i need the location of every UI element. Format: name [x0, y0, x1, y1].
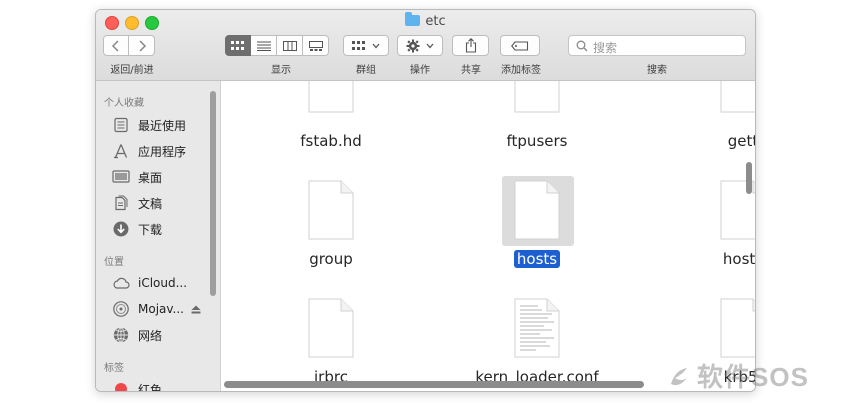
finder-window: etc 返回/前进 显示 群组 操作 共享 添加标签 搜索 搜索 个人收藏 最近… — [95, 9, 756, 392]
gallery-view-button[interactable] — [303, 35, 329, 56]
sidebar: 个人收藏 最近使用 应用程序 桌面 文稿 下载 位置 iCloud... Moj… — [96, 81, 221, 391]
search-label: 搜索 — [647, 65, 667, 76]
back-button[interactable] — [103, 35, 129, 56]
icloud-icon — [112, 274, 130, 292]
text-document-icon — [514, 298, 560, 358]
sidebar-item-tag-red[interactable]: 红色 — [112, 380, 163, 392]
group-button[interactable] — [343, 35, 389, 56]
action-button[interactable] — [397, 35, 443, 56]
chevron-down-icon — [372, 43, 380, 48]
share-label: 共享 — [461, 65, 481, 76]
disk-icon — [112, 300, 130, 318]
chevron-left-icon — [111, 39, 119, 52]
grid-icon — [231, 40, 244, 50]
group-label: 群组 — [356, 65, 376, 76]
document-icon — [514, 180, 560, 240]
network-icon — [112, 326, 130, 344]
view-label: 显示 — [271, 65, 291, 76]
nav-label: 返回/前进 — [110, 65, 154, 76]
sidebar-item-label: 红色 — [138, 382, 163, 392]
toolbar: etc 返回/前进 显示 群组 操作 共享 添加标签 搜索 搜索 — [96, 10, 755, 81]
recents-icon — [112, 116, 130, 134]
columns-icon — [282, 40, 297, 51]
sidebar-item-desktop[interactable]: 桌面 — [112, 168, 162, 186]
sidebar-item-recents[interactable]: 最近使用 — [112, 116, 186, 134]
window-title: etc — [96, 12, 755, 29]
selected-file-name: hosts — [513, 250, 561, 268]
icon-view-button[interactable] — [225, 35, 251, 56]
sidebar-item-downloads[interactable]: 下载 — [112, 220, 162, 238]
watermark-logo-icon — [671, 368, 687, 386]
sidebar-item-label: iCloud... — [138, 276, 188, 290]
sidebar-item-network[interactable]: 网络 — [112, 326, 162, 344]
search-placeholder: 搜索 — [593, 41, 618, 55]
chevron-down-icon — [426, 43, 434, 48]
document-icon — [720, 81, 755, 113]
document-icon — [308, 81, 354, 113]
applications-icon — [112, 142, 130, 160]
file-name: hosts — [722, 250, 755, 268]
list-icon — [256, 41, 271, 51]
add-tag-button[interactable] — [500, 35, 540, 56]
file-browser: fstab.hd ftpusers gett group hosts hosts… — [221, 81, 755, 391]
locations-header: 位置 — [104, 257, 124, 268]
favorites-header: 个人收藏 — [104, 98, 144, 109]
share-button[interactable] — [452, 35, 489, 56]
file-name: fstab.hd — [300, 132, 362, 150]
action-label: 操作 — [410, 65, 430, 76]
share-icon — [465, 38, 476, 53]
watermark-text: 软件SOS — [697, 362, 809, 392]
file-name: group — [309, 250, 353, 268]
window-title-text: etc — [425, 14, 446, 29]
sidebar-item-label: 最近使用 — [138, 118, 187, 133]
tag-label: 添加标签 — [501, 65, 541, 76]
document-icon — [514, 81, 560, 113]
document-icon — [308, 180, 354, 240]
sidebar-item-label: 桌面 — [138, 170, 163, 185]
vertical-scrollbar[interactable] — [746, 162, 752, 194]
file-name: hosts — [467, 250, 607, 268]
nav-buttons — [103, 35, 155, 56]
document-icon — [720, 298, 755, 358]
desktop-icon — [112, 168, 130, 186]
column-view-button[interactable] — [277, 35, 303, 56]
sidebar-item-documents[interactable]: 文稿 — [112, 194, 162, 212]
chevron-right-icon — [138, 39, 146, 52]
documents-icon — [112, 194, 130, 212]
watermark: 软件SOS — [665, 357, 855, 397]
eject-icon[interactable] — [191, 305, 201, 314]
horizontal-scrollbar[interactable] — [224, 381, 644, 388]
group-grid-icon — [352, 40, 365, 50]
search-icon — [576, 40, 588, 52]
gallery-icon — [308, 40, 323, 51]
sidebar-item-label: 应用程序 — [138, 144, 187, 159]
forward-button[interactable] — [129, 35, 155, 56]
file-name: ftpusers — [506, 132, 568, 150]
sidebar-scrollbar[interactable] — [210, 91, 216, 296]
sidebar-item-applications[interactable]: 应用程序 — [112, 142, 186, 160]
downloads-icon — [112, 220, 130, 238]
sidebar-item-icloud[interactable]: iCloud... — [112, 274, 187, 292]
view-mode-control — [225, 35, 329, 56]
folder-icon — [405, 12, 421, 26]
sidebar-item-label: 网络 — [138, 328, 163, 343]
tag-icon — [511, 40, 529, 51]
list-view-button[interactable] — [251, 35, 277, 56]
search-input[interactable]: 搜索 — [568, 35, 746, 56]
document-icon — [308, 298, 354, 358]
sidebar-item-label: Mojav... — [138, 302, 184, 316]
sidebar-item-label: 下载 — [138, 222, 163, 237]
gear-icon — [406, 39, 420, 52]
red-tag-icon — [112, 380, 130, 391]
tags-header: 标签 — [104, 363, 124, 374]
file-name: gett — [727, 132, 755, 150]
sidebar-item-label: 文稿 — [138, 196, 163, 211]
sidebar-item-mojave[interactable]: Mojav... — [112, 300, 201, 318]
